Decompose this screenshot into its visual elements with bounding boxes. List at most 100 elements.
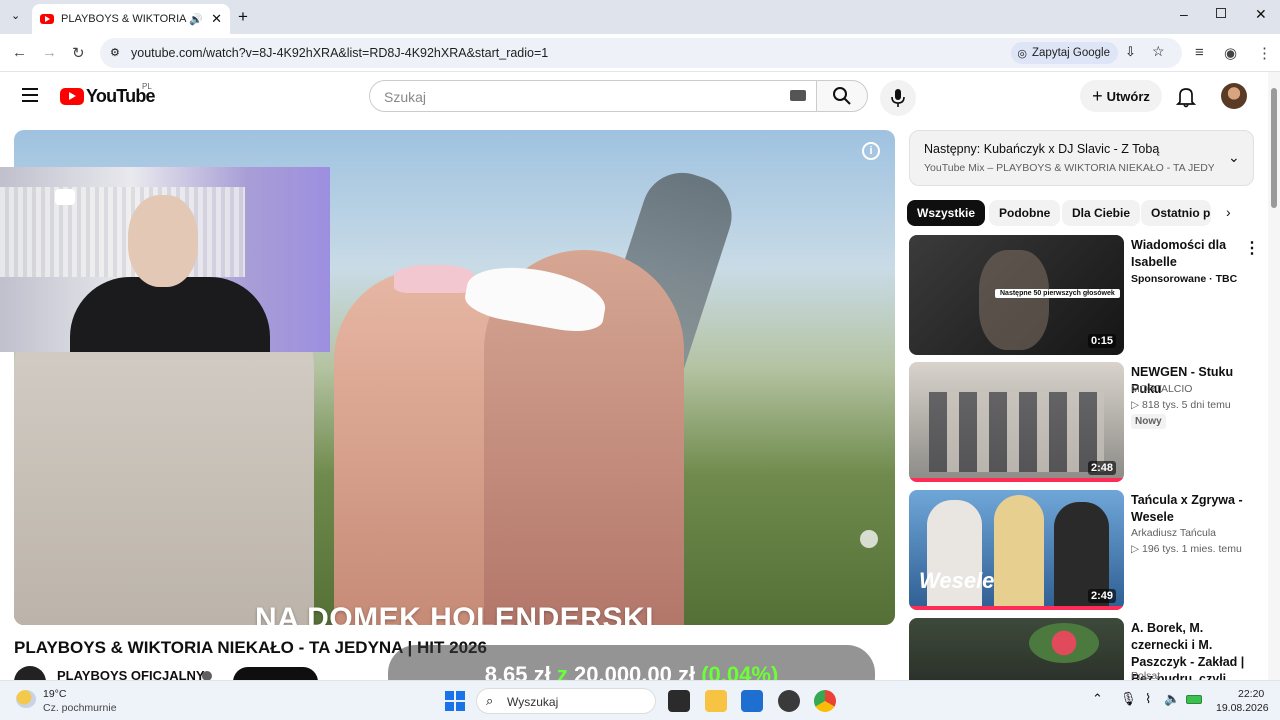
weather-description[interactable]: Cz. pochmurnie bbox=[43, 702, 117, 714]
store-app-icon[interactable] bbox=[741, 690, 763, 712]
browser-toolbar: ← → ↻ ⚙ youtube.com/watch?v=8J-4K92hXRA&… bbox=[0, 34, 1280, 72]
weather-icon[interactable] bbox=[16, 690, 36, 708]
url-text[interactable]: youtube.com/watch?v=8J-4K92hXRA&list=RD8… bbox=[131, 46, 548, 60]
minimize-icon[interactable]: – bbox=[1180, 6, 1188, 22]
channel-name[interactable]: Polsat bbox=[1131, 670, 1160, 680]
ask-google-button[interactable]: ◎ Zapytaj Google bbox=[1011, 42, 1118, 64]
notifications-bell-icon[interactable] bbox=[1176, 86, 1196, 108]
thumbnail-person bbox=[994, 495, 1044, 610]
back-icon[interactable]: ← bbox=[12, 44, 27, 61]
chip-all[interactable]: Wszystkie bbox=[907, 200, 986, 226]
install-icon[interactable]: ⇩ bbox=[1125, 44, 1136, 60]
media-control-icon[interactable]: ≡ bbox=[1195, 44, 1204, 61]
video-thumbnail[interactable]: Wesele 2:49 bbox=[909, 490, 1124, 610]
create-button[interactable]: + Utwórz bbox=[1080, 80, 1162, 112]
browser-tab-bar: ⌄ PLAYBOYS & WIKTORIA NIEKAŁO 🔊 ✕ + – ✕ bbox=[0, 0, 1280, 34]
address-bar[interactable]: ⚙ youtube.com/watch?v=8J-4K92hXRA&list=R… bbox=[100, 38, 1182, 68]
create-label: Utwórz bbox=[1106, 88, 1150, 104]
reload-icon[interactable]: ↻ bbox=[72, 44, 85, 62]
profile-icon[interactable]: ◉ bbox=[1224, 44, 1237, 62]
ask-google-label: Zapytaj Google bbox=[1032, 47, 1110, 59]
views-and-age: ▷ 196 tys. 1 mies. temu bbox=[1131, 543, 1242, 555]
youtube-logo[interactable]: YouTube PL bbox=[60, 82, 156, 107]
thumbnail-button: Następne 50 pierwszych głosówek bbox=[995, 289, 1120, 298]
clock-time[interactable]: 22:20 bbox=[1238, 688, 1264, 700]
tab-title: PLAYBOYS & WIKTORIA NIEKAŁO bbox=[61, 13, 189, 25]
tab-list-chevron-icon[interactable]: ⌄ bbox=[11, 9, 20, 22]
close-window-icon[interactable]: ✕ bbox=[1255, 6, 1267, 23]
recommendation-title[interactable]: Tańcula x Zgrywa - Wesele bbox=[1131, 492, 1249, 526]
maximize-icon[interactable] bbox=[1216, 8, 1226, 18]
sponsored-label: Sponsorowane · TBC bbox=[1131, 273, 1238, 285]
volume-icon[interactable]: 🔈 bbox=[1164, 691, 1180, 707]
recommendation-item[interactable]: Wesele 2:49 Tańcula x Zgrywa - Wesele Ar… bbox=[909, 490, 1254, 610]
lens-icon: ◎ bbox=[1017, 47, 1027, 60]
video-lyrics-text: NA DOMEK HOLENDERSKI bbox=[255, 602, 654, 625]
new-tab-icon[interactable]: + bbox=[238, 7, 248, 27]
search-input[interactable]: Szukaj bbox=[369, 80, 817, 112]
video-duration: 2:48 bbox=[1087, 461, 1116, 475]
video-thumbnail[interactable]: 2:48 bbox=[909, 362, 1124, 482]
up-next-subtitle: YouTube Mix – PLAYBOYS & WIKTORIA NIEKAŁ… bbox=[924, 162, 1214, 174]
channel-name[interactable]: Arkadiusz Tańcula bbox=[1131, 527, 1216, 539]
tray-chevron-icon[interactable]: ⌃ bbox=[1092, 691, 1103, 707]
webcam-overlay bbox=[0, 167, 330, 352]
chevron-down-icon[interactable]: ⌄ bbox=[1228, 149, 1240, 166]
more-options-icon[interactable]: ⋮ bbox=[1244, 238, 1260, 258]
close-tab-icon[interactable]: ✕ bbox=[211, 11, 222, 27]
chip-for-you[interactable]: Dla Ciebie bbox=[1062, 200, 1141, 226]
info-icon[interactable]: i bbox=[862, 142, 880, 160]
taskbar-search-placeholder: Wyszukaj bbox=[507, 695, 559, 709]
recommendation-title[interactable]: Wiadomości dla Isabelle bbox=[1131, 237, 1249, 271]
up-next-title: Następny: Kubańczyk x DJ Slavic - Z Tobą bbox=[924, 142, 1160, 156]
chevron-right-icon[interactable]: › bbox=[1226, 204, 1231, 220]
channel-name[interactable]: MORTALCIO bbox=[1131, 383, 1192, 395]
chrome-app-icon[interactable] bbox=[814, 690, 836, 712]
watch-progress bbox=[909, 606, 1124, 610]
browser-tab-active[interactable]: PLAYBOYS & WIKTORIA NIEKAŁO 🔊 ✕ bbox=[32, 4, 230, 34]
recommendation-item[interactable]: Następne 50 pierwszych głosówek 0:15 Wia… bbox=[909, 235, 1260, 355]
thumbnail-group bbox=[929, 392, 1104, 472]
new-badge: Nowy bbox=[1131, 414, 1166, 429]
channel-watermark[interactable] bbox=[860, 530, 878, 548]
chip-recent[interactable]: Ostatnio pr bbox=[1141, 200, 1211, 226]
recommendation-item[interactable]: 2:48 NEWGEN - Stuku Puku MORTALCIO ▷ 818… bbox=[909, 362, 1254, 482]
speaker-icon[interactable]: 🔊 bbox=[189, 13, 203, 26]
playlist-up-next[interactable]: Następny: Kubańczyk x DJ Slavic - Z Tobą… bbox=[909, 130, 1254, 186]
windows-start-icon[interactable] bbox=[445, 691, 465, 711]
bookmark-star-icon[interactable]: ☆ bbox=[1152, 43, 1165, 60]
video-thumbnail[interactable]: Następne 50 pierwszych głosówek 0:15 bbox=[909, 235, 1124, 355]
wifi-icon[interactable]: ⌇ bbox=[1145, 691, 1151, 707]
taskbar-search-input[interactable]: ⌕ Wyszukaj bbox=[476, 688, 656, 714]
clock-date[interactable]: 19.08.2026 bbox=[1216, 702, 1269, 714]
microphone-icon bbox=[891, 89, 905, 107]
youtube-favicon-icon bbox=[40, 14, 54, 24]
file-explorer-icon[interactable] bbox=[705, 690, 727, 712]
recommendation-item[interactable]: A. Borek, M. czernecki i M. Paszczyk - Z… bbox=[909, 618, 1254, 680]
thumbnail-face bbox=[979, 250, 1049, 350]
site-info-icon[interactable]: ⚙ bbox=[110, 46, 120, 59]
search-placeholder: Szukaj bbox=[384, 89, 427, 105]
battery-icon[interactable] bbox=[1186, 695, 1202, 704]
video-thumbnail[interactable] bbox=[909, 618, 1124, 680]
obs-app-icon[interactable] bbox=[778, 690, 800, 712]
forward-icon[interactable]: → bbox=[42, 44, 57, 61]
microphone-tray-icon[interactable]: 🎙 bbox=[1120, 691, 1137, 707]
keyboard-icon[interactable] bbox=[790, 90, 806, 101]
filter-chips: Wszystkie Podobne Dla Ciebie Ostatnio pr… bbox=[907, 200, 1247, 226]
page-scrollbar[interactable] bbox=[1268, 72, 1280, 680]
chip-related[interactable]: Podobne bbox=[989, 200, 1061, 226]
browser-menu-icon[interactable]: ⋮ bbox=[1257, 44, 1272, 62]
webcam-lamp bbox=[55, 189, 75, 205]
voice-search-button[interactable] bbox=[880, 80, 916, 116]
terminal-app-icon[interactable] bbox=[668, 690, 690, 712]
webcam-person-body bbox=[70, 277, 270, 352]
weather-temperature[interactable]: 19°C bbox=[43, 688, 66, 700]
menu-icon[interactable] bbox=[22, 88, 38, 102]
scrollbar-thumb[interactable] bbox=[1271, 88, 1277, 208]
thumbnail-text: Wesele bbox=[919, 568, 995, 593]
search-icon bbox=[833, 87, 851, 105]
account-avatar[interactable] bbox=[1221, 83, 1247, 109]
search-button[interactable] bbox=[816, 80, 868, 112]
views-and-age: ▷ 818 tys. 5 dni temu bbox=[1131, 399, 1231, 411]
